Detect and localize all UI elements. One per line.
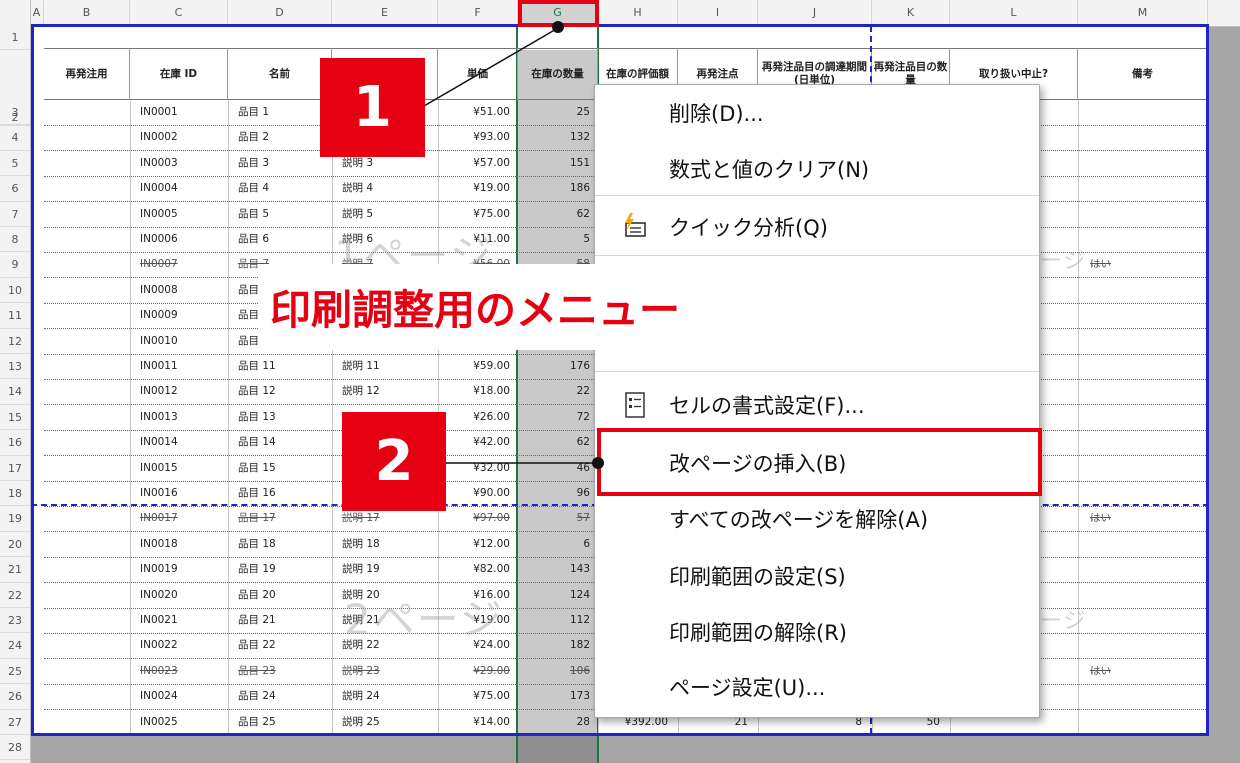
connector-dot-1	[552, 21, 564, 33]
step-2-badge: 2	[342, 412, 446, 511]
annotation-connectors	[423, 27, 598, 464]
connector-dot-2	[592, 457, 604, 469]
step-1-badge: 1	[320, 58, 425, 157]
